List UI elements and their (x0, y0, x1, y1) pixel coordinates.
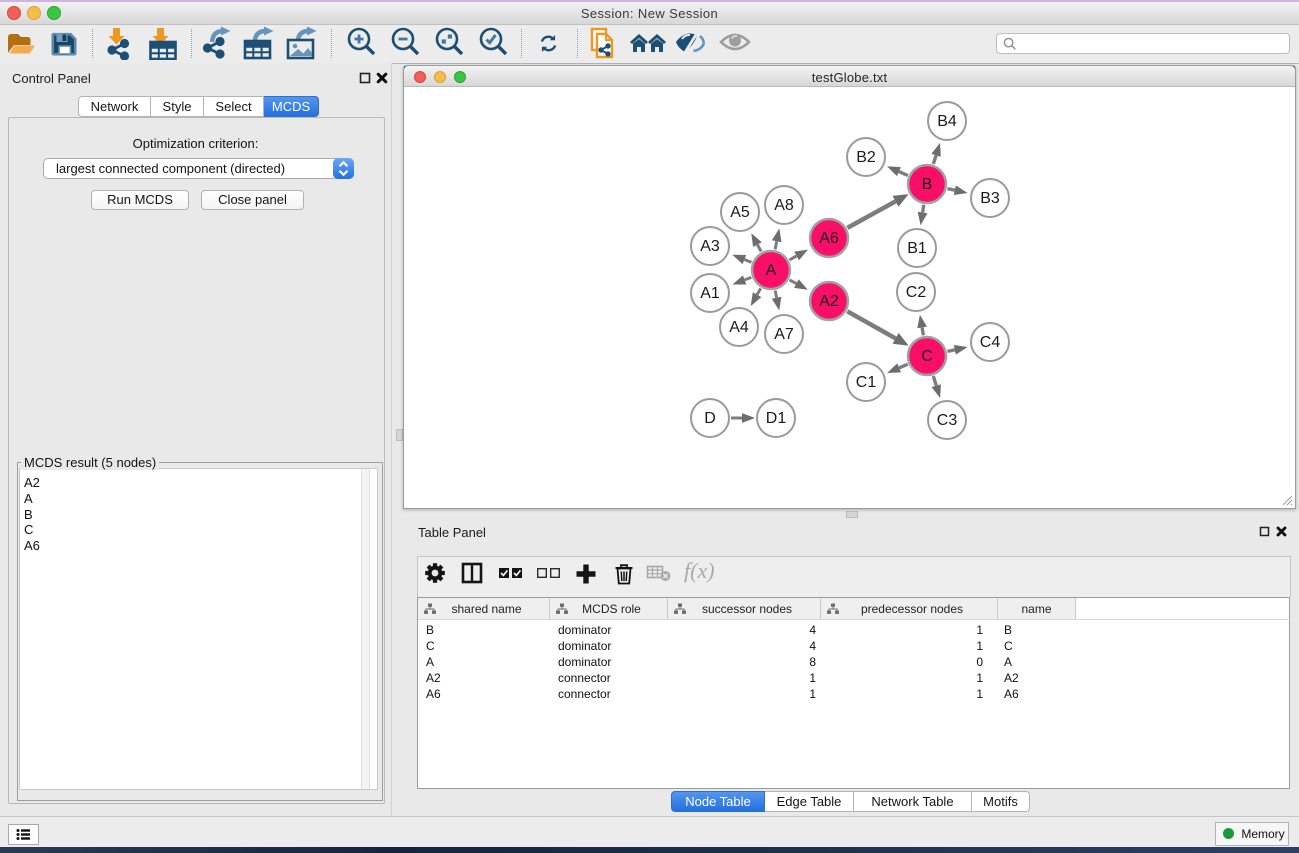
svg-text:B: B (922, 176, 933, 193)
svg-text:A5: A5 (730, 204, 750, 221)
svg-text:C: C (921, 348, 933, 365)
svg-text:C4: C4 (980, 334, 1001, 351)
svg-text:A8: A8 (774, 197, 794, 214)
svg-text:C2: C2 (906, 284, 927, 301)
svg-text:C1: C1 (856, 374, 877, 391)
svg-text:A2: A2 (819, 293, 839, 310)
svg-text:A3: A3 (700, 238, 720, 255)
svg-text:B1: B1 (907, 240, 927, 257)
svg-text:A: A (766, 262, 777, 279)
svg-text:B4: B4 (937, 113, 957, 130)
svg-text:D: D (704, 410, 716, 427)
svg-text:A6: A6 (819, 230, 839, 247)
svg-text:B2: B2 (856, 149, 876, 166)
svg-text:D1: D1 (766, 410, 787, 427)
svg-text:A1: A1 (700, 285, 720, 302)
svg-text:C3: C3 (937, 412, 958, 429)
svg-text:B3: B3 (980, 190, 1000, 207)
svg-text:A7: A7 (774, 326, 794, 343)
svg-text:A4: A4 (729, 319, 749, 336)
